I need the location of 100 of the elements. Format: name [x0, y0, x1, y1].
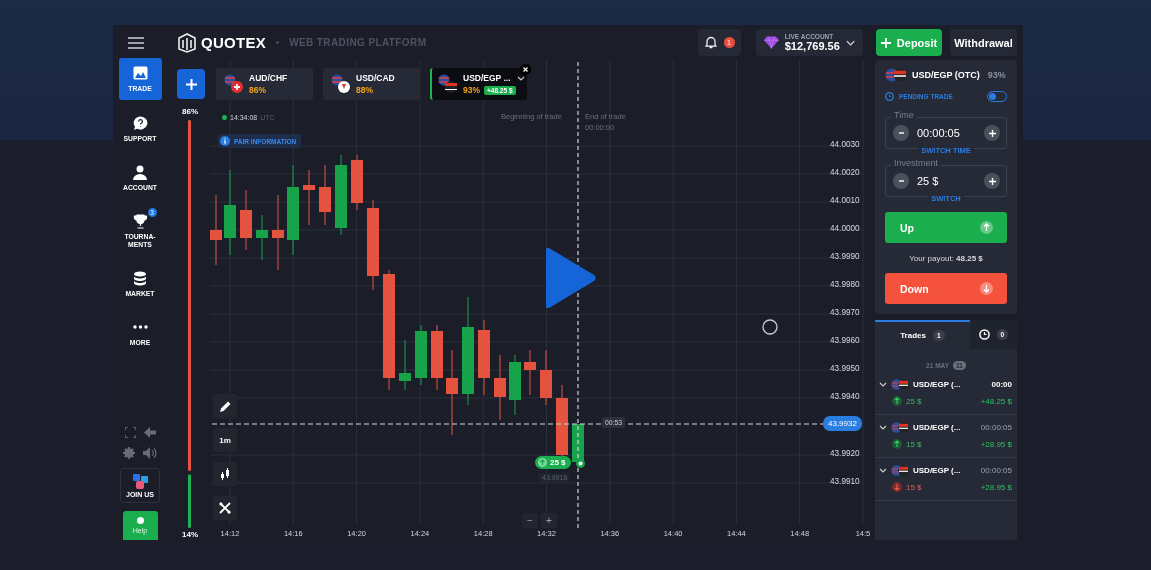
asset-payout: 86%: [249, 85, 266, 95]
coins-icon: [133, 270, 147, 286]
trade-profit: +28.95 $: [980, 439, 1012, 449]
pencil-icon: [219, 400, 231, 412]
trade-profit: +48.25 $: [980, 396, 1012, 406]
candle: [431, 324, 443, 391]
logo-icon: [177, 32, 197, 53]
asset-payout: 88%: [356, 85, 373, 95]
minus-button[interactable]: [893, 173, 909, 189]
flags-icon: [891, 379, 909, 390]
flags-icon: [891, 465, 909, 476]
investment-value: 25 $: [917, 175, 940, 187]
asset-name: USD/EGP ...: [463, 73, 511, 83]
price-label: 43.9970: [830, 308, 860, 317]
candle: [524, 349, 536, 396]
trophy-icon: [132, 213, 148, 229]
price-label: 44.0010: [830, 196, 860, 205]
timeframe-button[interactable]: 1m: [213, 428, 237, 452]
up-arrow-icon: [538, 458, 547, 467]
up-arrow-icon: [892, 396, 902, 406]
candle: [256, 214, 268, 261]
chevron-down-icon[interactable]: [879, 425, 887, 430]
price-label: 43.9990: [830, 252, 860, 261]
trade-amount: 15 $: [906, 439, 922, 449]
settings-icon[interactable]: [123, 447, 135, 459]
plus-icon: [185, 78, 197, 90]
draw-tool-button[interactable]: [213, 394, 237, 418]
menu-icon[interactable]: [128, 36, 144, 49]
marker-dot-icon: [576, 459, 585, 468]
asset-payout: 93%: [463, 85, 480, 95]
flags-icon: [438, 74, 458, 94]
question-icon: [132, 115, 148, 131]
indicators-button[interactable]: [213, 496, 237, 520]
status-dot-icon: [222, 115, 227, 120]
add-asset-button[interactable]: [177, 69, 205, 99]
minus-button[interactable]: [893, 125, 909, 141]
plus-icon: [988, 177, 996, 185]
info-icon: [220, 136, 230, 146]
candle: [540, 349, 552, 406]
brand-name: QUOTEX: [201, 34, 267, 51]
asset-tab[interactable]: USD/CAD 88%: [323, 68, 420, 100]
chevron-down-icon[interactable]: [879, 382, 887, 387]
candle: [240, 189, 252, 251]
clock-icon: [978, 329, 990, 340]
platform-subtitle: WEB TRADING PLATFORM: [289, 37, 427, 48]
fullscreen-icon[interactable]: [124, 427, 136, 438]
chevron-down-icon[interactable]: [879, 468, 887, 473]
withdrawal-button[interactable]: Withdrawal: [950, 29, 1017, 56]
time-label: Time: [891, 110, 917, 120]
asset-tab[interactable]: AUD/CHF 86%: [216, 68, 313, 100]
price-label: 44.0030: [830, 140, 860, 149]
trade-time: 00:00:05: [980, 466, 1012, 475]
price-label: 43.9950: [830, 364, 860, 373]
minus-icon: [898, 180, 904, 182]
crossed-tools-icon: [219, 502, 231, 514]
zoom-in-button[interactable]: +: [541, 513, 557, 528]
investment-label: Investment: [891, 158, 942, 168]
flags-icon: [885, 68, 907, 82]
bell-icon: [704, 36, 717, 49]
plus-button[interactable]: [984, 125, 1000, 141]
down-arrow-icon: [892, 482, 902, 492]
close-icon[interactable]: [520, 64, 531, 75]
trade-profit: +28.95 $: [980, 482, 1012, 492]
cursor-ring-icon: [762, 319, 778, 335]
candle: [303, 169, 315, 226]
diamond-icon: [764, 36, 779, 49]
price-label: 43.9910: [830, 477, 860, 486]
chat-dot-icon: [136, 517, 144, 524]
trade-time: 00:00: [991, 380, 1012, 389]
time-value: 00:00:05: [917, 127, 961, 139]
flags-icon: [331, 74, 351, 94]
candle: [319, 164, 331, 226]
candle: [494, 354, 506, 421]
up-arrow-icon: [980, 221, 993, 234]
zoom-out-button[interactable]: −: [522, 513, 538, 528]
candle: [509, 354, 521, 416]
trade-asset: USD/EGP (...: [913, 423, 961, 432]
social-icon: [131, 473, 149, 489]
candle: [351, 154, 363, 211]
person-icon: [133, 164, 147, 180]
plus-button[interactable]: [984, 173, 1000, 189]
trade-marker: 25 $: [535, 456, 571, 469]
price-label: 43.9940: [830, 392, 860, 401]
payout-text: Your payout: 48.25 $: [908, 254, 984, 263]
flags-icon: [891, 422, 909, 433]
back-arrow-icon[interactable]: [143, 427, 156, 438]
sentiment-top: 86%: [182, 107, 198, 116]
sentiment-bottom: 14%: [182, 530, 198, 539]
flags-icon: [224, 74, 244, 94]
speaker-icon[interactable]: [143, 447, 157, 459]
candles-icon: [220, 468, 230, 480]
chart-type-button[interactable]: [213, 462, 237, 486]
asset-name: AUD/CHF: [249, 73, 288, 83]
chevron-down-icon: [516, 75, 525, 81]
price-label: 44.0000: [830, 224, 860, 233]
up-arrow-icon: [892, 439, 902, 449]
minus-icon: [898, 132, 904, 134]
clock-icon: [885, 92, 894, 101]
trade-amount: 25 $: [906, 396, 922, 406]
trade-asset: USD/EGP (...: [913, 380, 961, 389]
